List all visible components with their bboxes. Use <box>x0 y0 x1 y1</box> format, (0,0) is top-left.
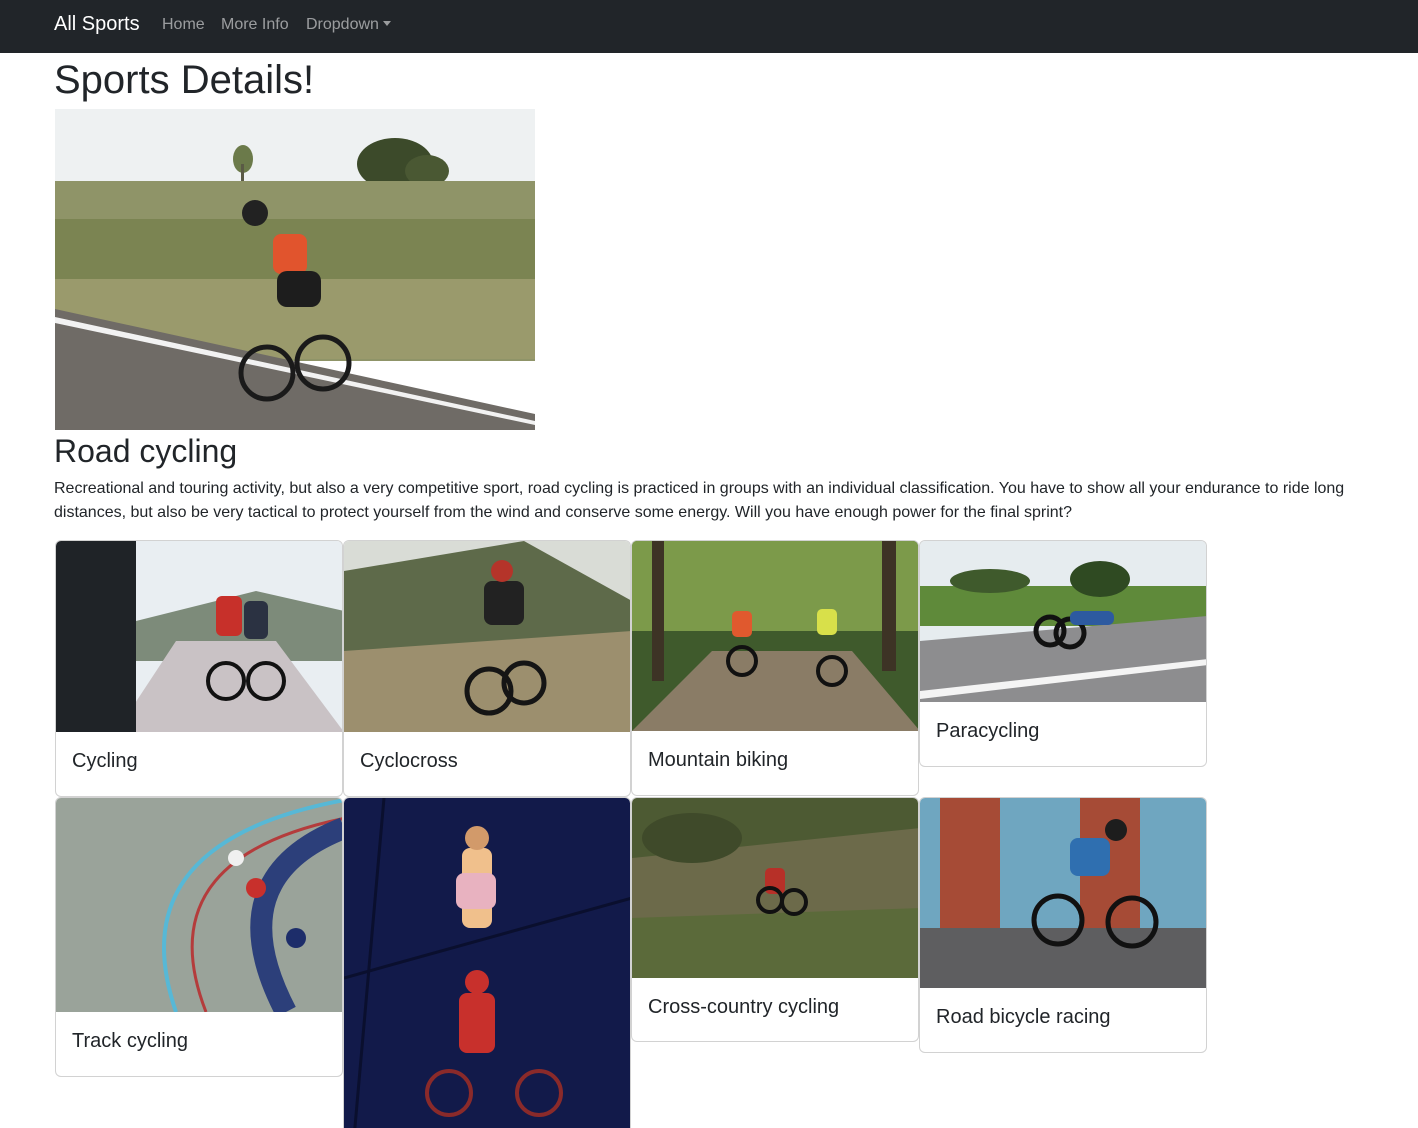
caret-down-icon <box>382 21 391 26</box>
nav-link-home[interactable]: Home <box>162 16 205 34</box>
card-image <box>56 541 342 732</box>
card-image <box>632 798 918 978</box>
nav-dropdown-label: Dropdown <box>306 16 379 33</box>
sport-card-cyclocross[interactable]: Cyclocross <box>343 540 631 797</box>
card-title: Track cycling <box>72 1030 188 1052</box>
card-title: Cycling <box>72 750 138 772</box>
card-title: Mountain biking <box>648 749 789 771</box>
card-title: Cross-country cycling <box>648 996 840 1018</box>
sport-card-cross-country-cycling[interactable]: Cross-country cycling <box>631 797 919 1042</box>
nav-link-more-info[interactable]: More Info <box>221 16 289 34</box>
hero-image <box>55 109 535 430</box>
card-title: Cyclocross <box>360 750 458 772</box>
navbar-brand[interactable]: All Sports <box>54 13 140 36</box>
card-title: Road bicycle racing <box>936 1006 1111 1028</box>
sport-card-unicycle-circus[interactable] <box>343 797 631 1128</box>
sport-description: Recreational and touring activity, but a… <box>54 480 1345 521</box>
card-image <box>920 541 1206 702</box>
sport-card-paracycling[interactable]: Paracycling <box>919 540 1207 767</box>
card-image <box>920 798 1206 988</box>
card-image <box>56 798 342 1012</box>
top-navbar: All Sports Home More Info Dropdown <box>0 0 1418 53</box>
card-image <box>632 541 918 731</box>
card-title: Paracycling <box>936 720 1040 742</box>
sport-card-road-bicycle-racing[interactable]: Road bicycle racing <box>919 797 1207 1053</box>
card-image <box>344 541 630 732</box>
sport-card-cycling[interactable]: Cycling <box>55 540 343 797</box>
page-title: Sports Details! <box>54 58 315 102</box>
sport-card-mountain-biking[interactable]: Mountain biking <box>631 540 919 796</box>
card-image <box>344 798 630 1128</box>
nav-dropdown-toggle[interactable]: Dropdown <box>306 16 391 34</box>
sport-name: Road cycling <box>54 433 238 469</box>
sport-card-track-cycling[interactable]: Track cycling <box>55 797 343 1077</box>
